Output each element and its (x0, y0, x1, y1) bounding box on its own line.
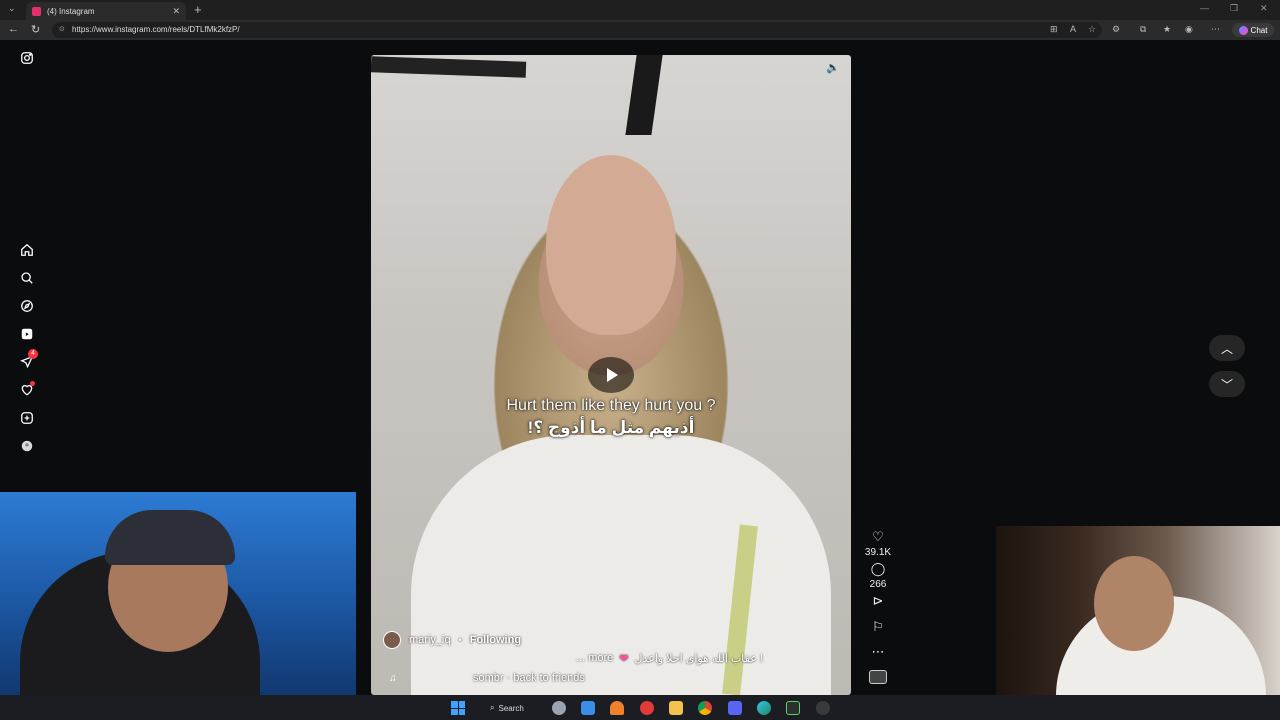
split-screen-icon[interactable]: ⧉ (1140, 24, 1146, 35)
copilot-chat-button[interactable]: Chat (1232, 23, 1274, 37)
music-note-icon: ♫ (389, 673, 397, 684)
caption-text: عقاب الله هواى احلا واعدل ! (634, 653, 763, 665)
explore-icon[interactable] (18, 297, 36, 315)
like-heart-icon[interactable]: ♡ (872, 529, 884, 544)
webcam-overlay-right (996, 526, 1280, 720)
favorites-icon[interactable]: ★ (1163, 24, 1171, 35)
like-action[interactable]: ♡ 39.1K (858, 528, 898, 558)
browser-tab[interactable]: (4) Instagram ✕ (26, 2, 186, 20)
comment-action[interactable]: ◯ 266 (858, 560, 898, 590)
more-menu-icon[interactable]: ⋯ (1211, 24, 1220, 35)
settings-app-icon[interactable] (552, 701, 566, 715)
photos-app-icon[interactable] (581, 701, 595, 715)
comment-icon[interactable]: ◯ (871, 561, 886, 576)
create-icon[interactable] (18, 409, 36, 427)
tab-close-icon[interactable]: ✕ (172, 6, 180, 17)
comment-count: 266 (869, 579, 887, 590)
discord-app-icon[interactable] (728, 701, 742, 715)
obs-app-icon[interactable] (816, 701, 830, 715)
chevron-down-icon: ﹀ (1220, 377, 1233, 392)
next-reel-button[interactable]: ﹀ (1209, 371, 1245, 397)
more-action[interactable]: ⋯ (858, 643, 898, 661)
notification-count-badge: 4 (28, 349, 38, 359)
refresh-icon[interactable]: ↻ (31, 23, 40, 36)
author-username[interactable]: mariy_iq (409, 634, 451, 646)
search-glass-icon: ⌕ (490, 703, 495, 712)
new-tab-icon[interactable]: + (194, 2, 202, 17)
media-app-icon[interactable] (786, 701, 800, 715)
webcam-overlay-left (0, 492, 356, 720)
volume-icon[interactable]: 🔈 (826, 61, 840, 74)
chrome-app-icon[interactable] (698, 701, 712, 715)
tab-title: (4) Instagram (47, 6, 95, 16)
reel-video[interactable]: 🔈 Hurt them like they hurt you ? أذيهم م… (371, 55, 851, 695)
instagram-favicon-icon (32, 6, 41, 16)
file-explorer-icon[interactable] (669, 701, 683, 715)
play-button[interactable] (588, 357, 634, 393)
taskbar: ⌕ Search (0, 695, 1280, 720)
address-bar-row: ← ↻ ⊙ https://www.instagram.com/reels/DT… (0, 20, 1280, 40)
share-action[interactable]: ⊳ (858, 592, 898, 610)
browser-tab-bar: ⌄ (4) Instagram ✕ + — ❐ ✕ (0, 0, 1280, 20)
play-icon (607, 368, 618, 382)
app-available-icon[interactable]: ⊞ (1050, 24, 1058, 35)
url-field[interactable]: ⊙ https://www.instagram.com/reels/DTLfMk… (52, 22, 1102, 38)
opera-app-icon[interactable] (640, 701, 654, 715)
reel-caption[interactable]: ... more ❤ عقاب الله هواى احلا واعدل ! (576, 652, 763, 665)
copilot-icon (1238, 25, 1248, 35)
home-icon[interactable] (18, 241, 36, 259)
share-icon[interactable]: ⊳ (873, 593, 884, 608)
search-icon[interactable] (18, 269, 36, 287)
like-count: 39.1K (864, 547, 892, 558)
notification-dot (30, 381, 35, 386)
taskbar-search-label: Search (498, 703, 524, 713)
more-options-icon[interactable]: ⋯ (872, 644, 885, 659)
subtitle-english: Hurt them like they hurt you ? (506, 397, 716, 414)
following-button[interactable]: Following (470, 634, 521, 646)
chat-label: Chat (1250, 25, 1268, 35)
author-avatar[interactable] (383, 631, 401, 649)
bookmark-icon[interactable]: ⚐ (872, 619, 884, 634)
extensions-icon[interactable]: ⚙ (1112, 24, 1120, 35)
minimize-icon[interactable]: — (1200, 3, 1209, 13)
back-icon[interactable]: ← (8, 23, 19, 35)
window-close-icon[interactable]: ✕ (1260, 3, 1268, 14)
url-text: https://www.instagram.com/reels/DTLfMk2k… (72, 25, 240, 34)
chevron-up-icon: ︿ (1220, 341, 1233, 356)
favorite-star-icon[interactable]: ☆ (1088, 24, 1096, 35)
audio-thumbnail[interactable] (869, 670, 887, 684)
subtitle-arabic: أذيهم مثل ما أذوج ؟! (527, 418, 695, 437)
tab-actions-icon[interactable]: ⌄ (8, 3, 16, 14)
heart-emoji-icon: ❤ (619, 653, 629, 665)
site-info-icon[interactable]: ⊙ (59, 22, 65, 38)
windows-start-icon[interactable] (451, 701, 465, 715)
read-aloud-icon[interactable]: A (1070, 24, 1076, 34)
instagram-logo-icon[interactable] (18, 49, 36, 67)
separator-dot: • (458, 635, 462, 645)
audio-track[interactable]: sombr · back to friends (473, 672, 585, 684)
save-action[interactable]: ⚐ (858, 618, 898, 636)
messages-icon[interactable]: 4 (18, 349, 38, 371)
profile-icon[interactable] (18, 437, 36, 455)
taskbar-search[interactable]: ⌕ Search (478, 700, 538, 716)
soundcloud-app-icon[interactable] (610, 701, 624, 715)
reels-icon[interactable] (18, 325, 36, 343)
caption-more[interactable]: ... more (576, 652, 613, 665)
restore-icon[interactable]: ❐ (1230, 3, 1238, 14)
previous-reel-button[interactable]: ︿ (1209, 335, 1245, 361)
reel-author: mariy_iq • Following (383, 631, 521, 649)
edge-app-icon[interactable] (757, 701, 771, 715)
profile-avatar-icon[interactable]: ◉ (1185, 24, 1193, 35)
notifications-icon[interactable] (18, 381, 36, 399)
